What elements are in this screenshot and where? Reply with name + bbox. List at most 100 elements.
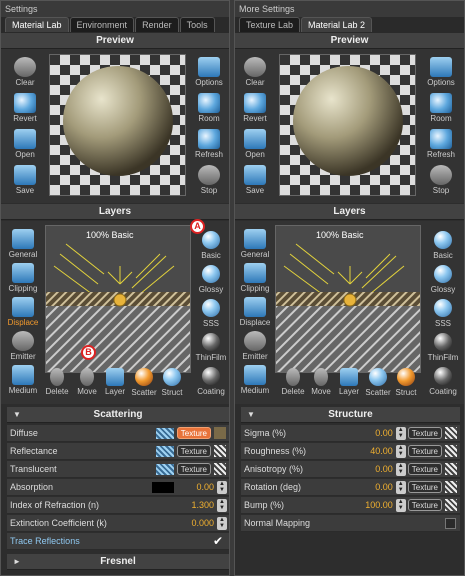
revert-icon xyxy=(244,93,266,113)
stop-button[interactable]: Stop xyxy=(191,165,227,195)
diffuse-texture-button[interactable]: Texture xyxy=(176,427,211,439)
delete-layer-button[interactable]: Delete xyxy=(279,368,307,396)
translucent-texture-button[interactable]: Texture xyxy=(176,463,211,475)
layer-side-emitter[interactable]: Emitter xyxy=(237,331,273,361)
bump-texture-button[interactable]: Texture xyxy=(407,499,442,511)
layer-type-basic[interactable]: Basic xyxy=(425,231,461,260)
roughness-value[interactable]: 40.00 xyxy=(359,446,393,456)
move-layer-button[interactable]: Move xyxy=(73,368,101,396)
info-icon xyxy=(12,229,34,249)
anisotropy-texture-button[interactable]: Texture xyxy=(407,463,442,475)
collapse-arrow-icon: ► xyxy=(13,557,21,566)
room-button[interactable]: Room xyxy=(423,93,459,123)
bump-value[interactable]: 100.00 xyxy=(349,500,393,510)
fresnel-header[interactable]: ► Fresnel xyxy=(7,554,229,570)
layer-side-displace[interactable]: Displace xyxy=(5,297,41,327)
layer-type-thinfilm[interactable]: ThinFilm xyxy=(193,333,229,362)
layer-side-clipping[interactable]: Clipping xyxy=(237,263,273,293)
translucent-color-swatch[interactable] xyxy=(155,463,174,475)
layer-type-glossy[interactable]: Glossy xyxy=(425,265,461,294)
options-button[interactable]: Options xyxy=(423,57,459,87)
extinction-value[interactable]: 0.000 xyxy=(180,518,214,528)
revert-button[interactable]: Revert xyxy=(7,93,43,123)
layer-type-coating[interactable]: Coating xyxy=(425,367,461,396)
clipping-icon xyxy=(12,263,34,283)
roughness-spinner[interactable]: ▲ ▼ xyxy=(395,444,406,458)
layer-type-glossy[interactable]: Glossy xyxy=(193,265,229,294)
room-button[interactable]: Room xyxy=(191,93,227,123)
expand-arrow-icon: ▼ xyxy=(247,410,255,419)
extinction-row: Extinction Coefficient (k) 0.000 ▲ ▼ xyxy=(7,515,229,532)
layer-side-medium[interactable]: Medium xyxy=(5,365,41,395)
stop-button[interactable]: Stop xyxy=(423,165,459,195)
layer-type-sss[interactable]: SSS xyxy=(425,299,461,328)
absorption-value[interactable]: 0.00 xyxy=(180,482,214,492)
displace-icon xyxy=(244,297,266,317)
layer-side-medium[interactable]: Medium xyxy=(237,365,273,395)
save-button[interactable]: Save xyxy=(7,165,43,195)
sigma-texture-button[interactable]: Texture xyxy=(407,427,442,439)
options-icon xyxy=(430,57,452,77)
reflectance-color-swatch[interactable] xyxy=(155,445,174,457)
expand-arrow-icon: ▼ xyxy=(13,410,21,419)
layer-side-general[interactable]: General xyxy=(237,229,273,259)
tab-render[interactable]: Render xyxy=(135,17,179,32)
save-button[interactable]: Save xyxy=(237,165,273,195)
clear-button[interactable]: Clear xyxy=(237,57,273,87)
structure-header[interactable]: ▼ Structure xyxy=(241,407,460,423)
sigma-value[interactable]: 0.00 xyxy=(359,428,393,438)
layer-diagram: 100% Basic xyxy=(45,225,191,373)
scatter-layer-button[interactable]: Scatter xyxy=(363,368,393,397)
tab-material-lab-2[interactable]: Material Lab 2 xyxy=(301,17,373,32)
layer-type-coating[interactable]: Coating xyxy=(193,367,229,396)
ior-spinner[interactable]: ▲ ▼ xyxy=(217,498,227,512)
move-layer-button[interactable]: Move xyxy=(307,368,335,396)
extinction-spinner[interactable]: ▲ ▼ xyxy=(217,516,227,530)
preview-area: Clear Revert Open Save Options Room Refr… xyxy=(235,49,464,203)
roughness-texture-button[interactable]: Texture xyxy=(407,445,442,457)
layer-type-thinfilm[interactable]: ThinFilm xyxy=(425,333,461,362)
anisotropy-spinner[interactable]: ▲ ▼ xyxy=(395,462,406,476)
struct-layer-button[interactable]: Struct xyxy=(391,368,421,397)
layer-type-sss[interactable]: SSS xyxy=(193,299,229,328)
diffuse-color-swatch[interactable] xyxy=(155,427,174,439)
clipping-icon xyxy=(244,263,266,283)
rotation-value[interactable]: 0.00 xyxy=(359,482,393,492)
add-layer-button[interactable]: Layer xyxy=(101,368,129,396)
sigma-spinner[interactable]: ▲ ▼ xyxy=(395,426,406,440)
layer-type-basic[interactable]: Basic xyxy=(193,231,229,260)
annotation-b: B xyxy=(81,345,96,360)
reflectance-texture-button[interactable]: Texture xyxy=(176,445,211,457)
delete-layer-button[interactable]: Delete xyxy=(43,368,71,396)
anisotropy-value[interactable]: 0.00 xyxy=(359,464,393,474)
layer-side-clipping[interactable]: Clipping xyxy=(5,263,41,293)
struct-layer-button[interactable]: Struct xyxy=(157,368,187,397)
absorption-spinner[interactable]: ▲ ▼ xyxy=(217,480,227,494)
rotation-texture-button[interactable]: Texture xyxy=(407,481,442,493)
tab-material-lab[interactable]: Material Lab xyxy=(5,17,69,32)
refresh-button[interactable]: Refresh xyxy=(191,129,227,159)
options-button[interactable]: Options xyxy=(191,57,227,87)
add-layer-button[interactable]: Layer xyxy=(335,368,363,396)
absorption-color-swatch[interactable] xyxy=(152,481,174,493)
anisotropy-row: Anisotropy (%) 0.00 ▲ ▼ Texture xyxy=(241,461,460,478)
layer-side-displace[interactable]: Displace xyxy=(237,297,273,327)
revert-button[interactable]: Revert xyxy=(237,93,273,123)
layer-side-general[interactable]: General xyxy=(5,229,41,259)
refresh-button[interactable]: Refresh xyxy=(423,129,459,159)
tab-tools[interactable]: Tools xyxy=(179,17,215,32)
bump-spinner[interactable]: ▲ ▼ xyxy=(395,498,406,512)
open-button[interactable]: Open xyxy=(237,129,273,159)
normal-mapping-checkbox[interactable] xyxy=(445,517,456,529)
trace-reflections-checkbox[interactable]: ✔ xyxy=(213,534,223,548)
layer-side-emitter[interactable]: Emitter xyxy=(5,331,41,361)
open-button[interactable]: Open xyxy=(7,129,43,159)
tab-environment[interactable]: Environment xyxy=(69,17,135,32)
ior-value[interactable]: 1.300 xyxy=(180,500,214,510)
rotation-spinner[interactable]: ▲ ▼ xyxy=(395,480,406,494)
scattering-header[interactable]: ▼ Scattering xyxy=(7,407,229,423)
clear-button[interactable]: Clear xyxy=(7,57,43,87)
move-arrows-icon xyxy=(314,368,328,386)
scatter-layer-button[interactable]: Scatter xyxy=(129,368,159,397)
tab-texture-lab[interactable]: Texture Lab xyxy=(239,17,301,32)
